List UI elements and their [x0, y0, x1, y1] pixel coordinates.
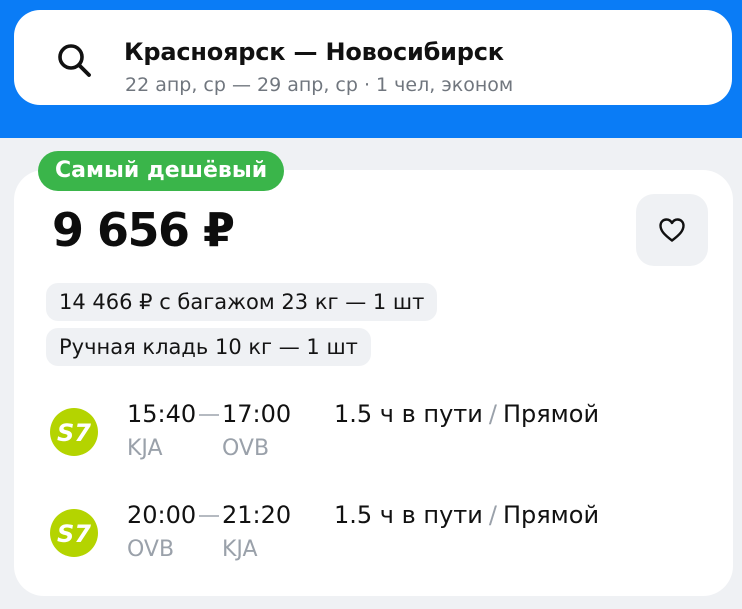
departure-airport-code: OVB: [127, 537, 175, 562]
duration-separator: /: [488, 501, 497, 529]
arrival-airport-code: KJA: [222, 537, 258, 562]
cheapest-badge: Самый дешёвый: [38, 151, 285, 191]
s7-logo-mark: S7: [57, 520, 91, 548]
hand-luggage-chip: Ручная кладь 10 кг — 1 шт: [46, 328, 371, 366]
search-details: 22 апр, ср — 29 апр, ср · 1 чел, эконом: [125, 74, 514, 96]
s7-logo: S7: [50, 408, 98, 456]
duration-text: 1.5 ч в пути: [334, 400, 483, 428]
departure-airport-code: KJA: [127, 436, 163, 461]
svg-text:S7: S7: [57, 520, 91, 548]
arrival-time: 21:20: [222, 501, 292, 529]
favorite-button[interactable]: [636, 194, 708, 266]
flight-leg-return: S7 20:00 21:20 OVB KJA 1.5 ч в пути / Прям…: [0, 499, 742, 569]
heart-icon: [659, 218, 685, 242]
duration-text: 1.5 ч в пути: [334, 501, 483, 529]
s7-logo: S7: [50, 509, 98, 557]
departure-time: 20:00: [127, 501, 197, 529]
time-separator: [199, 515, 219, 517]
arrival-time: 17:00: [222, 400, 292, 428]
s7-logo-mark: S7: [57, 419, 91, 447]
flight-duration: 1.5 ч в пути / Прямой: [334, 501, 599, 529]
svg-text:S7: S7: [57, 419, 91, 447]
search-summary-bar[interactable]: Красноярск — Новосибирск 22 апр, ср — 29…: [14, 10, 732, 105]
time-separator: [199, 414, 219, 416]
baggage-option-chip[interactable]: 14 466 ₽ с багажом 23 кг — 1 шт: [46, 283, 438, 321]
route-title: Красноярск — Новосибирск: [124, 38, 504, 66]
stops-text: Прямой: [502, 400, 600, 428]
flight-leg-outbound: S7 15:40 17:00 KJA OVB 1.5 ч в пути / Прям…: [0, 398, 742, 468]
flight-duration: 1.5 ч в пути / Прямой: [334, 400, 599, 428]
search-icon[interactable]: [54, 40, 94, 80]
stops-text: Прямой: [502, 501, 600, 529]
ticket-price: 9 656 ₽: [52, 203, 235, 257]
arrival-airport-code: OVB: [222, 436, 270, 461]
duration-separator: /: [488, 400, 497, 428]
departure-time: 15:40: [127, 400, 197, 428]
